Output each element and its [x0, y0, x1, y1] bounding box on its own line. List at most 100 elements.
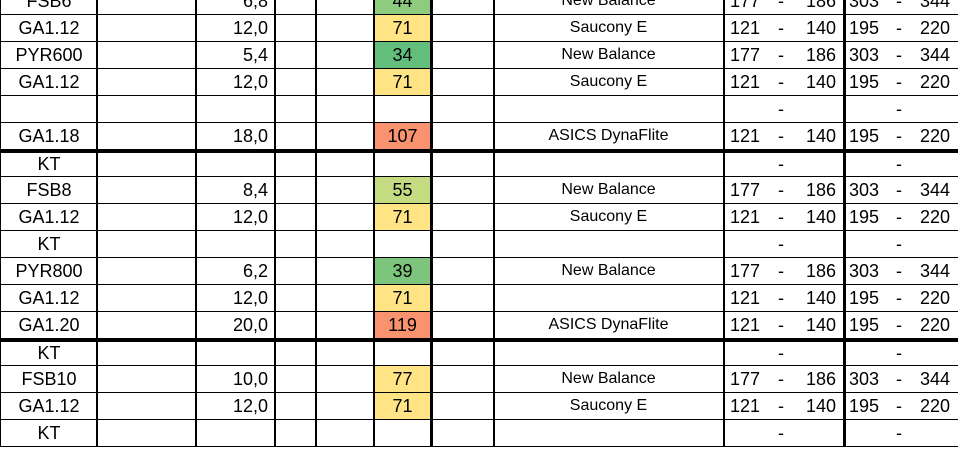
empty-cell[interactable]: [316, 342, 374, 365]
shoe-cell[interactable]: Saucony E: [493, 69, 724, 95]
empty-cell[interactable]: [274, 15, 316, 41]
empty-cell[interactable]: [98, 177, 196, 203]
shoe-cell[interactable]: [493, 420, 724, 446]
score-cell[interactable]: [374, 420, 431, 446]
range-cell[interactable]: -: [844, 231, 958, 257]
empty-cell[interactable]: [316, 231, 374, 257]
code-cell[interactable]: FSB8: [0, 177, 98, 203]
empty-cell[interactable]: [431, 258, 493, 284]
empty-cell[interactable]: [316, 96, 374, 122]
empty-cell[interactable]: [98, 42, 196, 68]
empty-cell[interactable]: [316, 285, 374, 311]
range-cell[interactable]: 195-220: [844, 393, 958, 419]
empty-cell[interactable]: [274, 420, 316, 446]
empty-cell[interactable]: [274, 0, 316, 14]
range-cell[interactable]: 303-344: [844, 42, 958, 68]
range-cell[interactable]: -: [844, 420, 958, 446]
empty-cell[interactable]: [98, 204, 196, 230]
score-cell[interactable]: 107: [374, 123, 431, 149]
score-cell[interactable]: [374, 153, 431, 176]
distance-cell[interactable]: [196, 96, 274, 122]
distance-cell[interactable]: [196, 420, 274, 446]
empty-cell[interactable]: [274, 69, 316, 95]
empty-cell[interactable]: [431, 285, 493, 311]
code-cell[interactable]: [0, 96, 98, 122]
score-cell[interactable]: [374, 342, 431, 365]
empty-cell[interactable]: [98, 96, 196, 122]
empty-cell[interactable]: [431, 393, 493, 419]
range-cell[interactable]: 177-186: [724, 177, 844, 203]
shoe-cell[interactable]: [493, 285, 724, 311]
code-cell[interactable]: PYR600: [0, 42, 98, 68]
empty-cell[interactable]: [431, 69, 493, 95]
score-cell[interactable]: 34: [374, 42, 431, 68]
empty-cell[interactable]: [98, 123, 196, 149]
range-cell[interactable]: -: [844, 96, 958, 122]
code-cell[interactable]: KT: [0, 153, 98, 176]
empty-cell[interactable]: [98, 153, 196, 176]
distance-cell[interactable]: 12,0: [196, 69, 274, 95]
empty-cell[interactable]: [316, 15, 374, 41]
empty-cell[interactable]: [316, 177, 374, 203]
distance-cell[interactable]: [196, 153, 274, 176]
range-cell[interactable]: -: [724, 342, 844, 365]
distance-cell[interactable]: 6,2: [196, 258, 274, 284]
range-cell[interactable]: 303-344: [844, 177, 958, 203]
score-cell[interactable]: 119: [374, 312, 431, 338]
empty-cell[interactable]: [274, 177, 316, 203]
distance-cell[interactable]: 6,8: [196, 0, 274, 14]
shoe-cell[interactable]: Saucony E: [493, 204, 724, 230]
code-cell[interactable]: GA1.12: [0, 15, 98, 41]
score-cell[interactable]: [374, 231, 431, 257]
range-cell[interactable]: -: [844, 153, 958, 176]
distance-cell[interactable]: 5,4: [196, 42, 274, 68]
distance-cell[interactable]: 12,0: [196, 204, 274, 230]
shoe-cell[interactable]: New Balance: [493, 177, 724, 203]
empty-cell[interactable]: [316, 420, 374, 446]
distance-cell[interactable]: 12,0: [196, 393, 274, 419]
range-cell[interactable]: 195-220: [844, 69, 958, 95]
empty-cell[interactable]: [98, 312, 196, 338]
empty-cell[interactable]: [274, 312, 316, 338]
code-cell[interactable]: KT: [0, 420, 98, 446]
code-cell[interactable]: GA1.12: [0, 285, 98, 311]
shoe-cell[interactable]: New Balance: [493, 42, 724, 68]
empty-cell[interactable]: [98, 420, 196, 446]
score-cell[interactable]: 71: [374, 393, 431, 419]
distance-cell[interactable]: [196, 342, 274, 365]
empty-cell[interactable]: [316, 393, 374, 419]
score-cell[interactable]: 71: [374, 15, 431, 41]
shoe-cell[interactable]: [493, 153, 724, 176]
distance-cell[interactable]: 12,0: [196, 15, 274, 41]
empty-cell[interactable]: [431, 312, 493, 338]
range-cell[interactable]: 195-220: [844, 15, 958, 41]
empty-cell[interactable]: [316, 258, 374, 284]
range-cell[interactable]: 121-140: [724, 15, 844, 41]
empty-cell[interactable]: [431, 420, 493, 446]
range-cell[interactable]: 177-186: [724, 0, 844, 14]
distance-cell[interactable]: 20,0: [196, 312, 274, 338]
empty-cell[interactable]: [274, 153, 316, 176]
code-cell[interactable]: GA1.12: [0, 393, 98, 419]
empty-cell[interactable]: [98, 366, 196, 392]
shoe-cell[interactable]: [493, 231, 724, 257]
code-cell[interactable]: FSB10: [0, 366, 98, 392]
code-cell[interactable]: GA1.12: [0, 204, 98, 230]
empty-cell[interactable]: [316, 366, 374, 392]
empty-cell[interactable]: [431, 204, 493, 230]
score-cell[interactable]: 55: [374, 177, 431, 203]
shoe-cell[interactable]: ASICS DynaFlite: [493, 123, 724, 149]
empty-cell[interactable]: [316, 153, 374, 176]
empty-cell[interactable]: [431, 366, 493, 392]
range-cell[interactable]: -: [844, 342, 958, 365]
code-cell[interactable]: KT: [0, 231, 98, 257]
range-cell[interactable]: -: [724, 96, 844, 122]
shoe-cell[interactable]: [493, 96, 724, 122]
range-cell[interactable]: 121-140: [724, 69, 844, 95]
empty-cell[interactable]: [316, 42, 374, 68]
range-cell[interactable]: 303-344: [844, 0, 958, 14]
empty-cell[interactable]: [98, 0, 196, 14]
range-cell[interactable]: -: [724, 420, 844, 446]
empty-cell[interactable]: [98, 258, 196, 284]
empty-cell[interactable]: [274, 96, 316, 122]
